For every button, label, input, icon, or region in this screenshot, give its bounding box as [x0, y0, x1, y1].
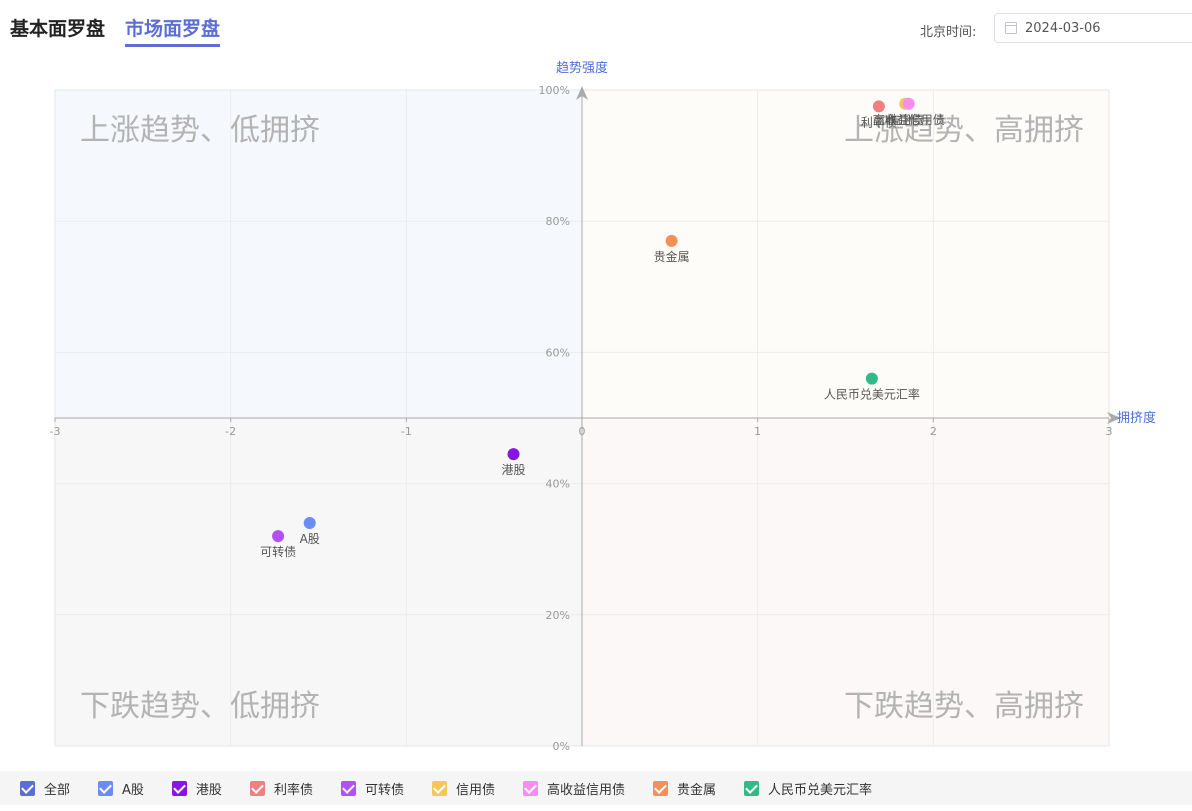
legend-label: 利率债 — [273, 782, 313, 798]
date-picker[interactable]: 2024-03-06 — [994, 13, 1192, 43]
data-label: 可转债 — [260, 544, 296, 559]
legend-label: 人民币兑美元汇率 — [768, 782, 873, 798]
checkbox-checked-icon[interactable] — [249, 780, 265, 796]
legend-label: 信用债 — [455, 782, 495, 798]
data-point — [665, 234, 678, 247]
tab-fundamental-compass[interactable]: 基本面罗盘 — [10, 14, 105, 47]
quadrant-label-bottom-left: 下跌趋势、低拥挤 — [80, 689, 320, 724]
y-tick-label: 100% — [539, 84, 570, 97]
legend-item[interactable]: 港股 — [171, 779, 222, 798]
legend-label: 可转债 — [364, 782, 404, 798]
y-tick-label: 60% — [546, 346, 570, 359]
compass-scatter-chart: 上涨趋势、低拥挤 上涨趋势、高拥挤下跌趋势、低拥挤 下跌趋势、高拥挤拥挤度趋势强度-… — [50, 60, 1157, 753]
legend: 全部 A股 港股 利率债 可转债 信用债 高收益信用债 贵金属 人民币兑美元汇率 — [0, 771, 1192, 805]
y-tick-label: 0% — [553, 740, 570, 753]
x-tick-label: -2 — [225, 425, 236, 438]
data-label: 港股 — [501, 463, 525, 477]
data-point — [872, 100, 885, 113]
checkbox-checked-icon[interactable] — [653, 780, 668, 796]
y-axis-title: 趋势强度 — [556, 60, 608, 76]
quadrant-label-bottom-right: 下跌趋势、高拥挤 — [844, 689, 1084, 724]
checkbox-checked-icon[interactable] — [20, 780, 35, 796]
y-tick-label: 40% — [546, 478, 570, 491]
checkbox-checked-icon[interactable] — [431, 780, 447, 796]
y-tick-label: 20% — [546, 609, 570, 622]
legend-item[interactable]: 全部 — [20, 779, 70, 798]
legend-item[interactable]: 利率债 — [249, 779, 313, 798]
legend-item[interactable]: 可转债 — [340, 779, 404, 798]
checkbox-checked-icon[interactable] — [522, 780, 538, 796]
x-tick-label: 0 — [579, 425, 586, 438]
data-label: 高收益信用债 — [873, 112, 945, 127]
quadrant-label-top-left: 上涨趋势、低拥挤 — [80, 113, 320, 148]
y-tick-label: 80% — [546, 215, 570, 228]
checkbox-checked-icon[interactable] — [744, 780, 760, 796]
legend-label: A股 — [122, 782, 144, 798]
legend-label: 贵金属 — [677, 782, 717, 798]
data-label: 贵金属 — [654, 249, 690, 264]
x-tick-label: 3 — [1106, 425, 1113, 438]
x-tick-label: 2 — [930, 425, 937, 438]
legend-label: 高收益信用债 — [546, 782, 625, 798]
legend-label: 港股 — [195, 782, 222, 798]
calendar-icon — [1005, 22, 1017, 34]
data-point — [507, 448, 520, 461]
date-label: 北京时间: — [920, 25, 977, 40]
legend-item[interactable]: 信用债 — [431, 779, 495, 798]
legend-label: 全部 — [44, 782, 71, 798]
data-point — [303, 516, 316, 529]
legend-item[interactable]: 人民币兑美元汇率 — [744, 779, 872, 798]
data-label: 人民币兑美元汇率 — [824, 387, 920, 402]
data-point — [272, 530, 285, 543]
legend-item[interactable]: 高收益信用债 — [522, 779, 625, 798]
checkbox-checked-icon[interactable] — [171, 780, 187, 796]
x-tick-label: -1 — [401, 425, 412, 438]
data-point — [902, 97, 915, 110]
x-tick-label: -3 — [50, 425, 61, 438]
checkbox-checked-icon[interactable] — [98, 780, 114, 796]
x-tick-label: 1 — [754, 425, 761, 438]
x-axis-title: 拥挤度 — [1117, 410, 1156, 426]
date-value: 2024-03-06 — [1025, 20, 1101, 36]
legend-item[interactable]: 贵金属 — [653, 779, 716, 798]
data-point — [865, 372, 878, 385]
tab-bar: 基本面罗盘 市场面罗盘 — [10, 14, 221, 47]
checkbox-checked-icon[interactable] — [340, 780, 356, 796]
tab-market-compass[interactable]: 市场面罗盘 — [125, 14, 221, 47]
data-label: A股 — [300, 532, 320, 546]
legend-item[interactable]: A股 — [98, 779, 144, 798]
